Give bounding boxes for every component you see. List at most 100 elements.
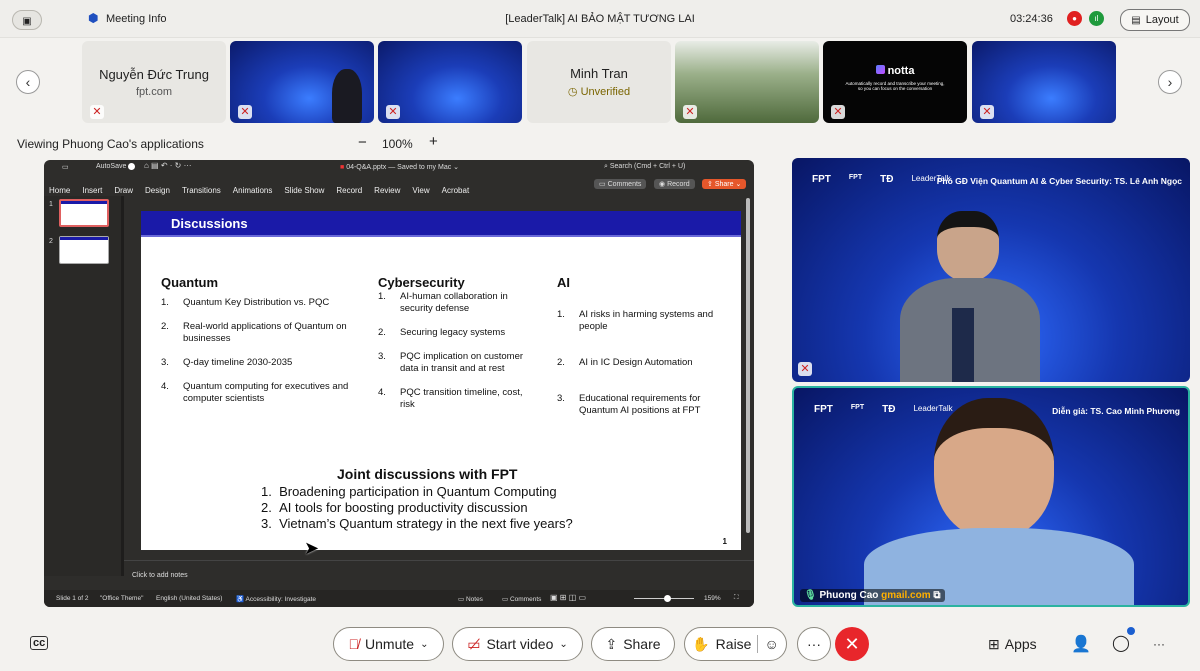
- item-text: AI-human collaboration in security defen…: [400, 291, 508, 314]
- tab-insert[interactable]: Insert: [82, 186, 102, 195]
- column-cybersecurity: Cybersecurity 1. AI-human collaboration i…: [378, 276, 538, 423]
- participant-tile[interactable]: ✕: [378, 41, 522, 123]
- video-tile-active-speaker[interactable]: FPT FPT TĐ LeaderTalk Diễn giả: TS. Cao Min…: [792, 386, 1190, 607]
- start-video-button[interactable]: ▭̸ Start video ⌄: [452, 627, 583, 661]
- status-zoom-level: 159%: [704, 595, 721, 602]
- leave-meeting-button[interactable]: ✕: [835, 627, 869, 661]
- file-name: 04-Q&A.pptx — Saved to my Mac: [346, 164, 452, 171]
- unmute-button[interactable]: 🎙̸ Unmute ⌄: [333, 627, 444, 661]
- notta-message: Automatically record and transcribe your…: [845, 81, 945, 91]
- raise-hand-icon: ✋: [692, 635, 710, 652]
- item-text: AI risks in harming systems and people: [579, 309, 714, 332]
- search-box[interactable]: ⌕ Search (Cmd + Ctrl + U): [604, 163, 685, 171]
- item-text: AI tools for boosting productivity discu…: [279, 500, 528, 515]
- more-options-button[interactable]: ···: [797, 627, 831, 661]
- participant-tile-notta[interactable]: notta Automatically record and transcrib…: [823, 41, 967, 123]
- thumb-number: 1: [49, 201, 53, 208]
- slide-thumbnail-2[interactable]: [59, 236, 109, 264]
- view-buttons[interactable]: ▣ ⊞ ◫ ▭: [550, 593, 586, 602]
- sidebar-toggle-icon[interactable]: ▭: [62, 163, 69, 171]
- recording-icon: ●: [1067, 11, 1082, 26]
- speaker-name: Phuong Cao: [819, 590, 879, 601]
- record-button[interactable]: ◉ Record: [654, 179, 695, 189]
- share-button[interactable]: ⇪ Share ⌄: [702, 179, 747, 189]
- column-heading: AI: [557, 275, 570, 290]
- language[interactable]: English (United States): [156, 595, 222, 602]
- video-off-icon: ▭̸: [467, 635, 481, 652]
- meeting-info-link[interactable]: Meeting Info: [106, 13, 167, 25]
- zoom-level: 100%: [382, 137, 413, 151]
- fit-to-window-icon[interactable]: ⛶: [734, 594, 739, 602]
- previous-participants-button[interactable]: ‹: [16, 70, 40, 94]
- tab-draw[interactable]: Draw: [114, 186, 133, 195]
- list-item: 2. AI tools for boosting productivity di…: [261, 500, 528, 515]
- mouse-cursor-icon: ➤: [304, 538, 320, 558]
- participants-icon[interactable]: 👤: [1071, 634, 1091, 654]
- reactions-icon[interactable]: ☺: [764, 636, 778, 652]
- zoom-slider[interactable]: [634, 595, 694, 602]
- list-item: 1. AI risks in harming systems and people: [557, 309, 727, 333]
- status-comments-button[interactable]: ▭ Comments: [502, 595, 541, 603]
- logo-academy: TĐ: [882, 404, 896, 415]
- zoom-out-button[interactable]: −: [358, 134, 367, 151]
- notes-button[interactable]: ▭ Notes: [458, 595, 483, 603]
- video-tile-speaker-1[interactable]: FPT FPT TĐ LeaderTalk Phó GĐ Viện Quantum A…: [792, 158, 1190, 382]
- tab-home[interactable]: Home: [49, 186, 70, 195]
- participant-tile[interactable]: Minh Tran ◷ Unverified: [527, 41, 671, 123]
- tab-animations[interactable]: Animations: [233, 186, 273, 195]
- tab-slide-show[interactable]: Slide Show: [284, 186, 324, 195]
- overflow-menu-button[interactable]: ···: [1153, 637, 1165, 651]
- tab-acrobat[interactable]: Acrobat: [442, 186, 470, 195]
- participant-tile[interactable]: ✕: [675, 41, 819, 123]
- mic-muted-icon: ✕: [798, 362, 812, 376]
- tab-transitions[interactable]: Transitions: [182, 186, 221, 195]
- vertical-scrollbar[interactable]: [744, 196, 752, 536]
- network-signal-icon[interactable]: ıl: [1089, 11, 1104, 26]
- close-icon: ✕: [844, 634, 860, 654]
- chat-notification-dot: [1127, 627, 1135, 635]
- mic-muted-icon: ✕: [831, 105, 845, 119]
- unverified-badge: ◷ Unverified: [567, 86, 631, 98]
- tab-record[interactable]: Record: [336, 186, 362, 195]
- meeting-timer: 03:24:36: [1010, 13, 1053, 25]
- apps-button[interactable]: ⊞ Apps: [988, 636, 1037, 653]
- chat-icon[interactable]: ◯: [1112, 633, 1130, 653]
- mic-on-icon: 🎙: [804, 590, 817, 601]
- slide-canvas[interactable]: Discussions Quantum 1. Quantum Key Distri…: [141, 211, 741, 550]
- next-participants-button[interactable]: ›: [1158, 70, 1182, 94]
- autosave-toggle[interactable]: [128, 163, 135, 170]
- share-screen-button[interactable]: ⇪ Share: [591, 627, 675, 661]
- item-text: Q-day timeline 2030-2035: [183, 357, 293, 368]
- list-item: 3. Vietnam’s Quantum strategy in the nex…: [261, 516, 573, 531]
- comments-button[interactable]: ▭ Comments: [594, 179, 647, 189]
- tab-review[interactable]: Review: [374, 186, 400, 195]
- chevron-down-icon[interactable]: ⌄: [420, 639, 428, 650]
- list-item: 3. Q-day timeline 2030-2035: [161, 357, 293, 368]
- slide-header-bar: Discussions: [141, 211, 741, 237]
- zoom-in-button[interactable]: +: [429, 133, 438, 150]
- participant-tile[interactable]: Nguyễn Đức Trung fpt.com ✕: [82, 41, 226, 123]
- zoom-slider-thumb[interactable]: [664, 595, 671, 602]
- tab-view[interactable]: View: [412, 186, 429, 195]
- share-screen-label: Share: [623, 636, 661, 652]
- list-item: 3. PQC implication on customer data in tr…: [378, 351, 538, 375]
- slide-thumbnail-1[interactable]: [59, 199, 109, 227]
- tab-design[interactable]: Design: [145, 186, 170, 195]
- search-placeholder: Search (Cmd + Ctrl + U): [609, 163, 686, 170]
- list-item: 4. PQC transition timeline, cost, risk: [378, 387, 538, 411]
- self-view-button[interactable]: ▣: [12, 10, 42, 30]
- chevron-right-icon: ›: [1167, 74, 1173, 90]
- chevron-down-icon[interactable]: ⌄: [559, 639, 567, 650]
- layout-button[interactable]: ▤ Layout: [1120, 9, 1190, 31]
- accessibility-button[interactable]: ♿ Accessibility: Investigate: [236, 595, 316, 603]
- list-item: 1. AI-human collaboration in security def…: [378, 291, 538, 315]
- raise-hand-button[interactable]: ✋ Raise ☺: [684, 627, 787, 661]
- participant-tile[interactable]: ✕: [972, 41, 1116, 123]
- quick-access-icons[interactable]: ⌂ ▤ ↶ · ↻ ···: [144, 161, 192, 170]
- closed-captions-button[interactable]: cc: [30, 636, 49, 650]
- list-item: 2. Securing legacy systems: [378, 327, 506, 338]
- unmute-label: Unmute: [365, 636, 415, 652]
- mic-muted-icon: ✕: [90, 105, 104, 119]
- participant-tile[interactable]: ✕: [230, 41, 374, 123]
- notes-pane[interactable]: Click to add notes: [124, 560, 754, 586]
